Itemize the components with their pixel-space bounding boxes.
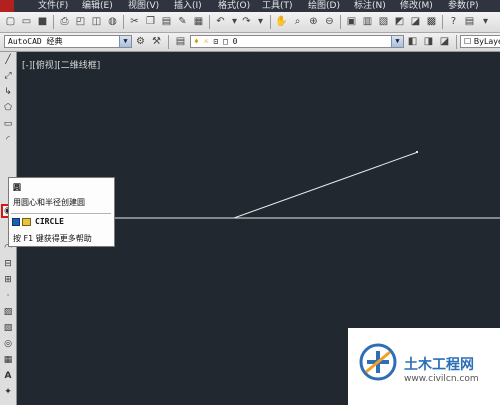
toolbar-separator [209,15,210,29]
chevron-down-icon[interactable]: ▼ [119,36,131,47]
toolbar-separator [340,15,341,29]
menu-parameters[interactable]: 参数(P) [448,0,478,12]
match-properties-icon[interactable]: ✎ [176,15,189,28]
point-icon[interactable]: · [2,290,14,302]
layers-toolbar: AutoCAD 经典 ▼ ⚙ ⚒ ▤ ♦ ☼ ⊡ □ 0 ▼ ◧ ◨ ◪ ☐ B… [0,33,500,52]
tool-palettes-icon[interactable]: ▧ [377,15,390,28]
open-file-icon[interactable]: ▭ [20,15,33,28]
undo-icon[interactable]: ↶ [214,15,227,28]
arc-icon[interactable]: ◜ [2,134,14,146]
tool-tooltip: 圆 用圆心和半径创建圆 CIRCLE 按 F1 键获得更多帮助 [8,177,115,247]
menu-bar: 文件(F) 编辑(E) 视图(V) 插入(I) 格式(O) 工具(T) 绘图(D… [0,0,500,12]
design-center-icon[interactable]: ▥ [361,15,374,28]
linetype-select[interactable]: ☐ ByLaye [460,35,500,48]
multiline-text-icon[interactable]: A [2,370,14,382]
print-icon[interactable]: ⎙ [58,15,71,28]
construction-line-icon[interactable]: ⤢ [2,70,14,82]
checkbox-icon: ☐ [464,37,472,46]
linetype-value: ByLaye [473,37,500,46]
zoom-realtime-icon[interactable]: ⌕ [291,15,304,28]
tooltip-help: 按 F1 键获得更多帮助 [13,234,92,243]
tooltip-divider [11,213,111,214]
polygon-icon[interactable]: ⬠ [2,102,14,114]
new-file-icon[interactable]: ▢ [4,15,17,28]
hatch-icon[interactable]: ▨ [2,306,14,318]
sun-icon: ☼ [203,37,209,46]
menu-view[interactable]: 视图(V) [128,0,159,12]
make-block-icon[interactable]: ⊞ [2,274,14,286]
table-icon[interactable]: ▦ [2,354,14,366]
watermark-logo [359,343,397,381]
toolbar-separator [442,15,443,29]
command-icon [12,218,20,226]
workspace-settings-icon[interactable]: ⚙ [134,35,147,48]
menu-insert[interactable]: 插入(I) [174,0,202,12]
watermark: 土木工程网 www.civilcn.com [348,328,500,405]
publish-icon[interactable]: ◫ [90,15,103,28]
cut-icon[interactable]: ✂ [128,15,141,28]
chevron-down-icon[interactable]: ▼ [391,36,403,47]
block-editor-icon[interactable]: ▦ [192,15,205,28]
toolbar-separator [456,35,457,49]
tooltip-title: 圆 [13,183,21,192]
menu-tools[interactable]: 工具(T) [262,0,293,12]
zoom-window-icon[interactable]: ⊕ [307,15,320,28]
markup-icon[interactable]: ◪ [409,15,422,28]
menu-file[interactable]: 文件(F) [38,0,68,12]
layer-isolate-icon[interactable]: ◪ [438,35,451,48]
toolbar-separator [123,15,124,29]
menu-format[interactable]: 格式(O) [218,0,250,12]
angled-line[interactable] [233,151,419,219]
cursor-point [416,151,418,153]
dropdown-icon[interactable]: ▾ [479,15,492,28]
redo-dropdown-icon[interactable]: ▾ [254,15,267,28]
tooltip-description: 用圆心和半径创建圆 [13,198,85,207]
customize-icon[interactable]: ⚒ [150,35,163,48]
toolbar-separator [270,15,271,29]
workspace-select[interactable]: AutoCAD 经典 ▼ [4,35,132,48]
bulb-icon: ♦ [194,37,199,46]
color-swatch-icon: □ [222,37,228,46]
polyline-icon[interactable]: ↳ [2,86,14,98]
watermark-title: 土木工程网 [404,357,474,373]
lock-icon: ⊡ [213,37,219,46]
pan-icon[interactable]: ✋ [275,15,288,28]
menu-dimension[interactable]: 标注(N) [354,0,386,12]
standard-toolbar: ▢ ▭ ■ ⎙ ◰ ◫ ◍ ✂ ❐ ▤ ✎ ▦ ↶ ▾ ↷ ▾ ✋ ⌕ ⊕ ⊖ … [0,12,500,33]
paste-icon[interactable]: ▤ [160,15,173,28]
region-icon[interactable]: ◎ [2,338,14,350]
layer-properties-icon[interactable]: ▤ [174,35,187,48]
layer-states-icon[interactable]: ▤ [463,15,476,28]
make-current-layer-icon[interactable]: ◧ [406,35,419,48]
zoom-previous-icon[interactable]: ⊖ [323,15,336,28]
help-icon[interactable]: ? [447,15,460,28]
quickcalc-icon[interactable]: ▩ [425,15,438,28]
add-selected-icon[interactable]: ✦ [2,386,14,398]
rectangle-icon[interactable]: ▭ [2,118,14,130]
line-icon[interactable]: ╱ [2,54,14,66]
3d-print-icon[interactable]: ◍ [106,15,119,28]
insert-block-icon[interactable]: ⊟ [2,258,14,270]
menu-modify[interactable]: 修改(M) [400,0,433,12]
menu-edit[interactable]: 编辑(E) [82,0,113,12]
toolbar-separator [168,35,169,49]
layer-previous-icon[interactable]: ◨ [422,35,435,48]
menu-draw[interactable]: 绘图(D) [308,0,340,12]
command-window-icon [22,218,31,226]
workspace-value: AutoCAD 经典 [8,37,63,46]
redo-icon[interactable]: ↷ [240,15,253,28]
layer-value: 0 [232,37,238,46]
save-icon[interactable]: ■ [36,15,49,28]
layer-select[interactable]: ♦ ☼ ⊡ □ 0 ▼ [190,35,404,48]
tooltip-command: CIRCLE [35,217,64,226]
watermark-url: www.civilcn.com [404,374,479,384]
print-preview-icon[interactable]: ◰ [74,15,87,28]
gradient-icon[interactable]: ▧ [2,322,14,334]
copy-icon[interactable]: ❐ [144,15,157,28]
toolbar-separator [53,15,54,29]
properties-icon[interactable]: ▣ [345,15,358,28]
application-logo-icon[interactable] [0,0,14,12]
sheet-set-icon[interactable]: ◩ [393,15,406,28]
